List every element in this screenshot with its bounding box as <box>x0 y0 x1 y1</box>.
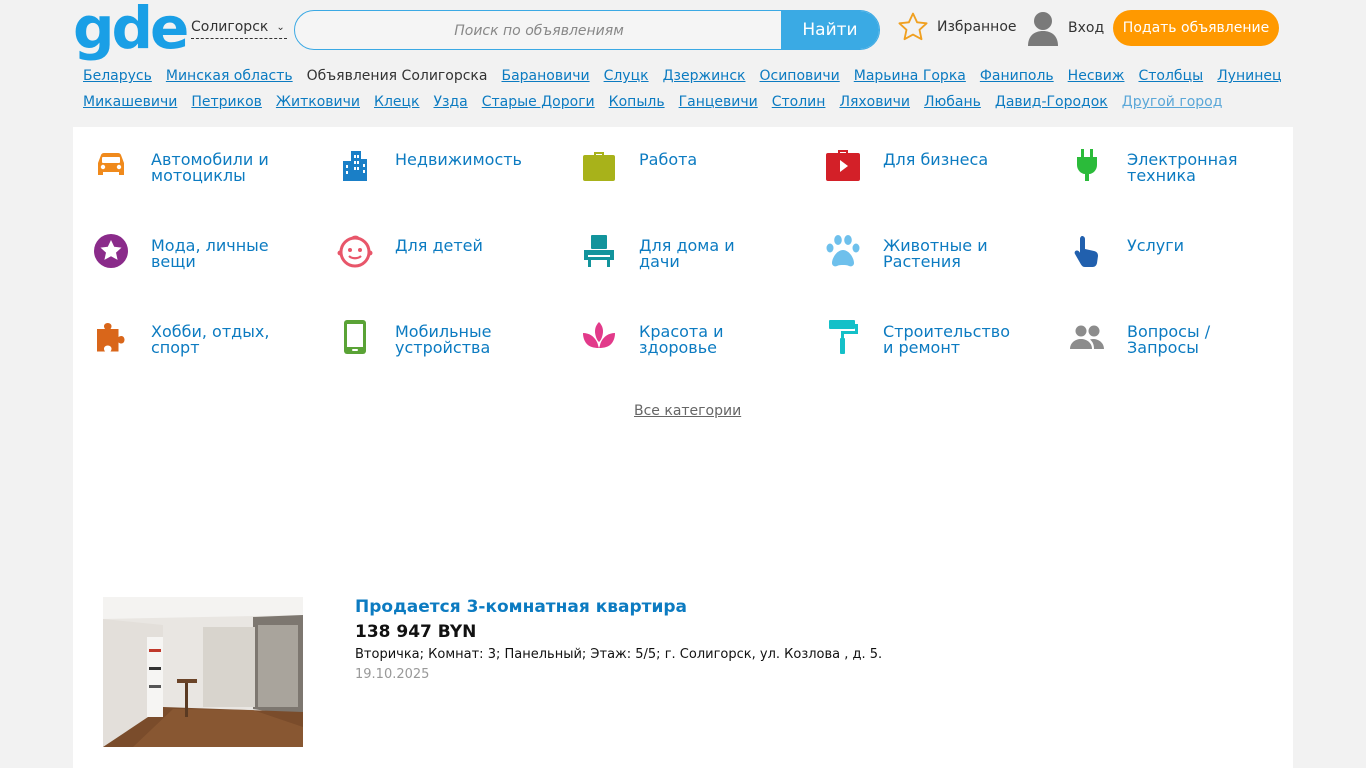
star-outline-icon <box>898 12 928 41</box>
main-panel: Автомобили и мотоциклы Недвижимость Рабо… <box>73 127 1293 768</box>
car-icon <box>98 153 124 175</box>
people-icon <box>1070 325 1104 349</box>
pointing-hand-icon <box>1074 236 1098 267</box>
search-box: Найти <box>294 10 880 50</box>
smartphone-icon <box>344 320 366 354</box>
category-jobs[interactable]: Работа <box>581 145 811 205</box>
city-link-stolbtsy[interactable]: Столбцы <box>1138 63 1203 89</box>
listing-description: Вторичка; Комнат: 3; Панельный; Этаж: 5/… <box>355 647 883 662</box>
star-icon <box>94 234 128 268</box>
category-label: Для дома и дачи <box>639 236 735 271</box>
login-link[interactable]: Вход <box>1026 10 1104 46</box>
city-link-dzerzhinsk[interactable]: Дзержинск <box>663 63 746 89</box>
city-link-uzda[interactable]: Узда <box>434 89 468 115</box>
baby-face-icon <box>337 235 373 268</box>
city-links-row-2: Микашевичи Петриков Житковичи Клецк Узда… <box>83 89 1303 115</box>
city-select[interactable]: Солигорск ⌄ <box>191 18 287 39</box>
category-services[interactable]: Услуги <box>1069 231 1299 291</box>
login-label: Вход <box>1068 20 1105 36</box>
city-link-other[interactable]: Другой город <box>1122 89 1223 115</box>
category-real-estate[interactable]: Недвижимость <box>337 145 567 205</box>
city-link-zhitkovichi[interactable]: Житковичи <box>276 89 360 115</box>
listing-photo[interactable] <box>103 597 303 747</box>
chevron-down-icon: ⌄ <box>276 22 285 33</box>
category-label: Животные и Растения <box>883 236 988 271</box>
business-case-icon <box>826 150 860 181</box>
search-input[interactable] <box>295 11 783 49</box>
category-label: Мобильные устройства <box>395 322 492 357</box>
category-label: Для бизнеса <box>883 150 989 169</box>
category-label: Работа <box>639 150 698 169</box>
category-mobile[interactable]: Мобильные устройства <box>337 317 567 377</box>
city-link-gantsevichi[interactable]: Ганцевичи <box>679 89 758 115</box>
category-label: Недвижимость <box>395 150 522 169</box>
city-link-minsk-region[interactable]: Минская область <box>166 63 293 89</box>
category-hobby[interactable]: Хобби, отдых, спорт <box>93 317 323 377</box>
city-link-kletsk[interactable]: Клецк <box>374 89 420 115</box>
puzzle-icon <box>97 323 125 352</box>
category-home[interactable]: Для дома и дачи <box>581 231 811 291</box>
category-label: Строительство и ремонт <box>883 322 1010 357</box>
category-beauty[interactable]: Красота и здоровье <box>581 317 811 377</box>
category-label: Для детей <box>395 236 483 255</box>
city-link-baranovichi[interactable]: Барановичи <box>501 63 589 89</box>
city-link-david-gorodok[interactable]: Давид-Городок <box>995 89 1108 115</box>
category-questions[interactable]: Вопросы / Запросы <box>1069 317 1299 377</box>
city-link-stolin[interactable]: Столин <box>772 89 826 115</box>
category-cars[interactable]: Автомобили и мотоциклы <box>93 145 323 205</box>
listing-title[interactable]: Продается 3-комнатная квартира <box>355 597 687 617</box>
city-link-fanipol[interactable]: Фаниполь <box>980 63 1054 89</box>
category-label: Электронная техника <box>1127 150 1238 185</box>
city-link-osipovichi[interactable]: Осиповичи <box>759 63 839 89</box>
city-link-marina-gorka[interactable]: Марьина Горка <box>854 63 966 89</box>
category-electronics[interactable]: Электронная техника <box>1069 145 1299 205</box>
armchair-icon <box>584 235 614 267</box>
city-link-starye-dorogi[interactable]: Старые Дороги <box>482 89 595 115</box>
briefcase-icon <box>583 152 615 181</box>
favorites-label: Избранное <box>937 19 1017 35</box>
buildings-icon <box>343 151 367 181</box>
category-construction[interactable]: Строительство и ремонт <box>825 317 1055 377</box>
city-select-label: Солигорск <box>191 19 269 35</box>
category-label: Мода, личные вещи <box>151 236 269 271</box>
city-link-mikashevichi[interactable]: Микашевичи <box>83 89 177 115</box>
site-logo[interactable]: gde <box>73 0 189 58</box>
category-business[interactable]: Для бизнеса <box>825 145 1055 205</box>
all-categories-link[interactable]: Все категории <box>634 403 741 419</box>
user-icon <box>1028 12 1058 46</box>
post-ad-button[interactable]: Подать объявление <box>1113 10 1279 46</box>
city-link-lyakhovichi[interactable]: Ляховичи <box>839 89 910 115</box>
paw-icon <box>826 235 860 267</box>
category-label: Красота и здоровье <box>639 322 724 357</box>
category-label: Вопросы / Запросы <box>1127 322 1211 357</box>
city-link-nesvizh[interactable]: Несвиж <box>1068 63 1125 89</box>
category-label: Услуги <box>1127 236 1185 255</box>
search-button[interactable]: Найти <box>781 11 879 49</box>
city-link-luninets[interactable]: Лунинец <box>1217 63 1281 89</box>
city-link-slutsk[interactable]: Слуцк <box>604 63 649 89</box>
category-animals[interactable]: Животные и Растения <box>825 231 1055 291</box>
category-fashion[interactable]: Мода, личные вещи <box>93 231 323 291</box>
favorites-link[interactable]: Избранное <box>896 10 1017 44</box>
paint-roller-icon <box>829 320 858 354</box>
city-link-kopyl[interactable]: Копыль <box>609 89 665 115</box>
city-link-belarus[interactable]: Беларусь <box>83 63 152 89</box>
city-link-petrikov[interactable]: Петриков <box>191 89 262 115</box>
category-label: Хобби, отдых, спорт <box>151 322 270 357</box>
listing-price: 138 947 BYN <box>355 622 477 642</box>
lotus-icon <box>583 322 615 348</box>
apartment-photo-image <box>103 597 303 747</box>
listing-date: 19.10.2025 <box>355 667 430 682</box>
header: gde Солигорск ⌄ Найти Избранное Вход Пода… <box>0 0 1366 60</box>
city-links-row-1: Беларусь Минская область Объявления Соли… <box>83 63 1303 89</box>
city-link-luban[interactable]: Любань <box>924 89 981 115</box>
city-links: Беларусь Минская область Объявления Соли… <box>83 63 1303 115</box>
category-label: Автомобили и мотоциклы <box>151 150 269 185</box>
city-current: Объявления Солигорска <box>306 68 488 84</box>
category-kids[interactable]: Для детей <box>337 231 567 291</box>
plug-icon <box>1077 149 1097 181</box>
